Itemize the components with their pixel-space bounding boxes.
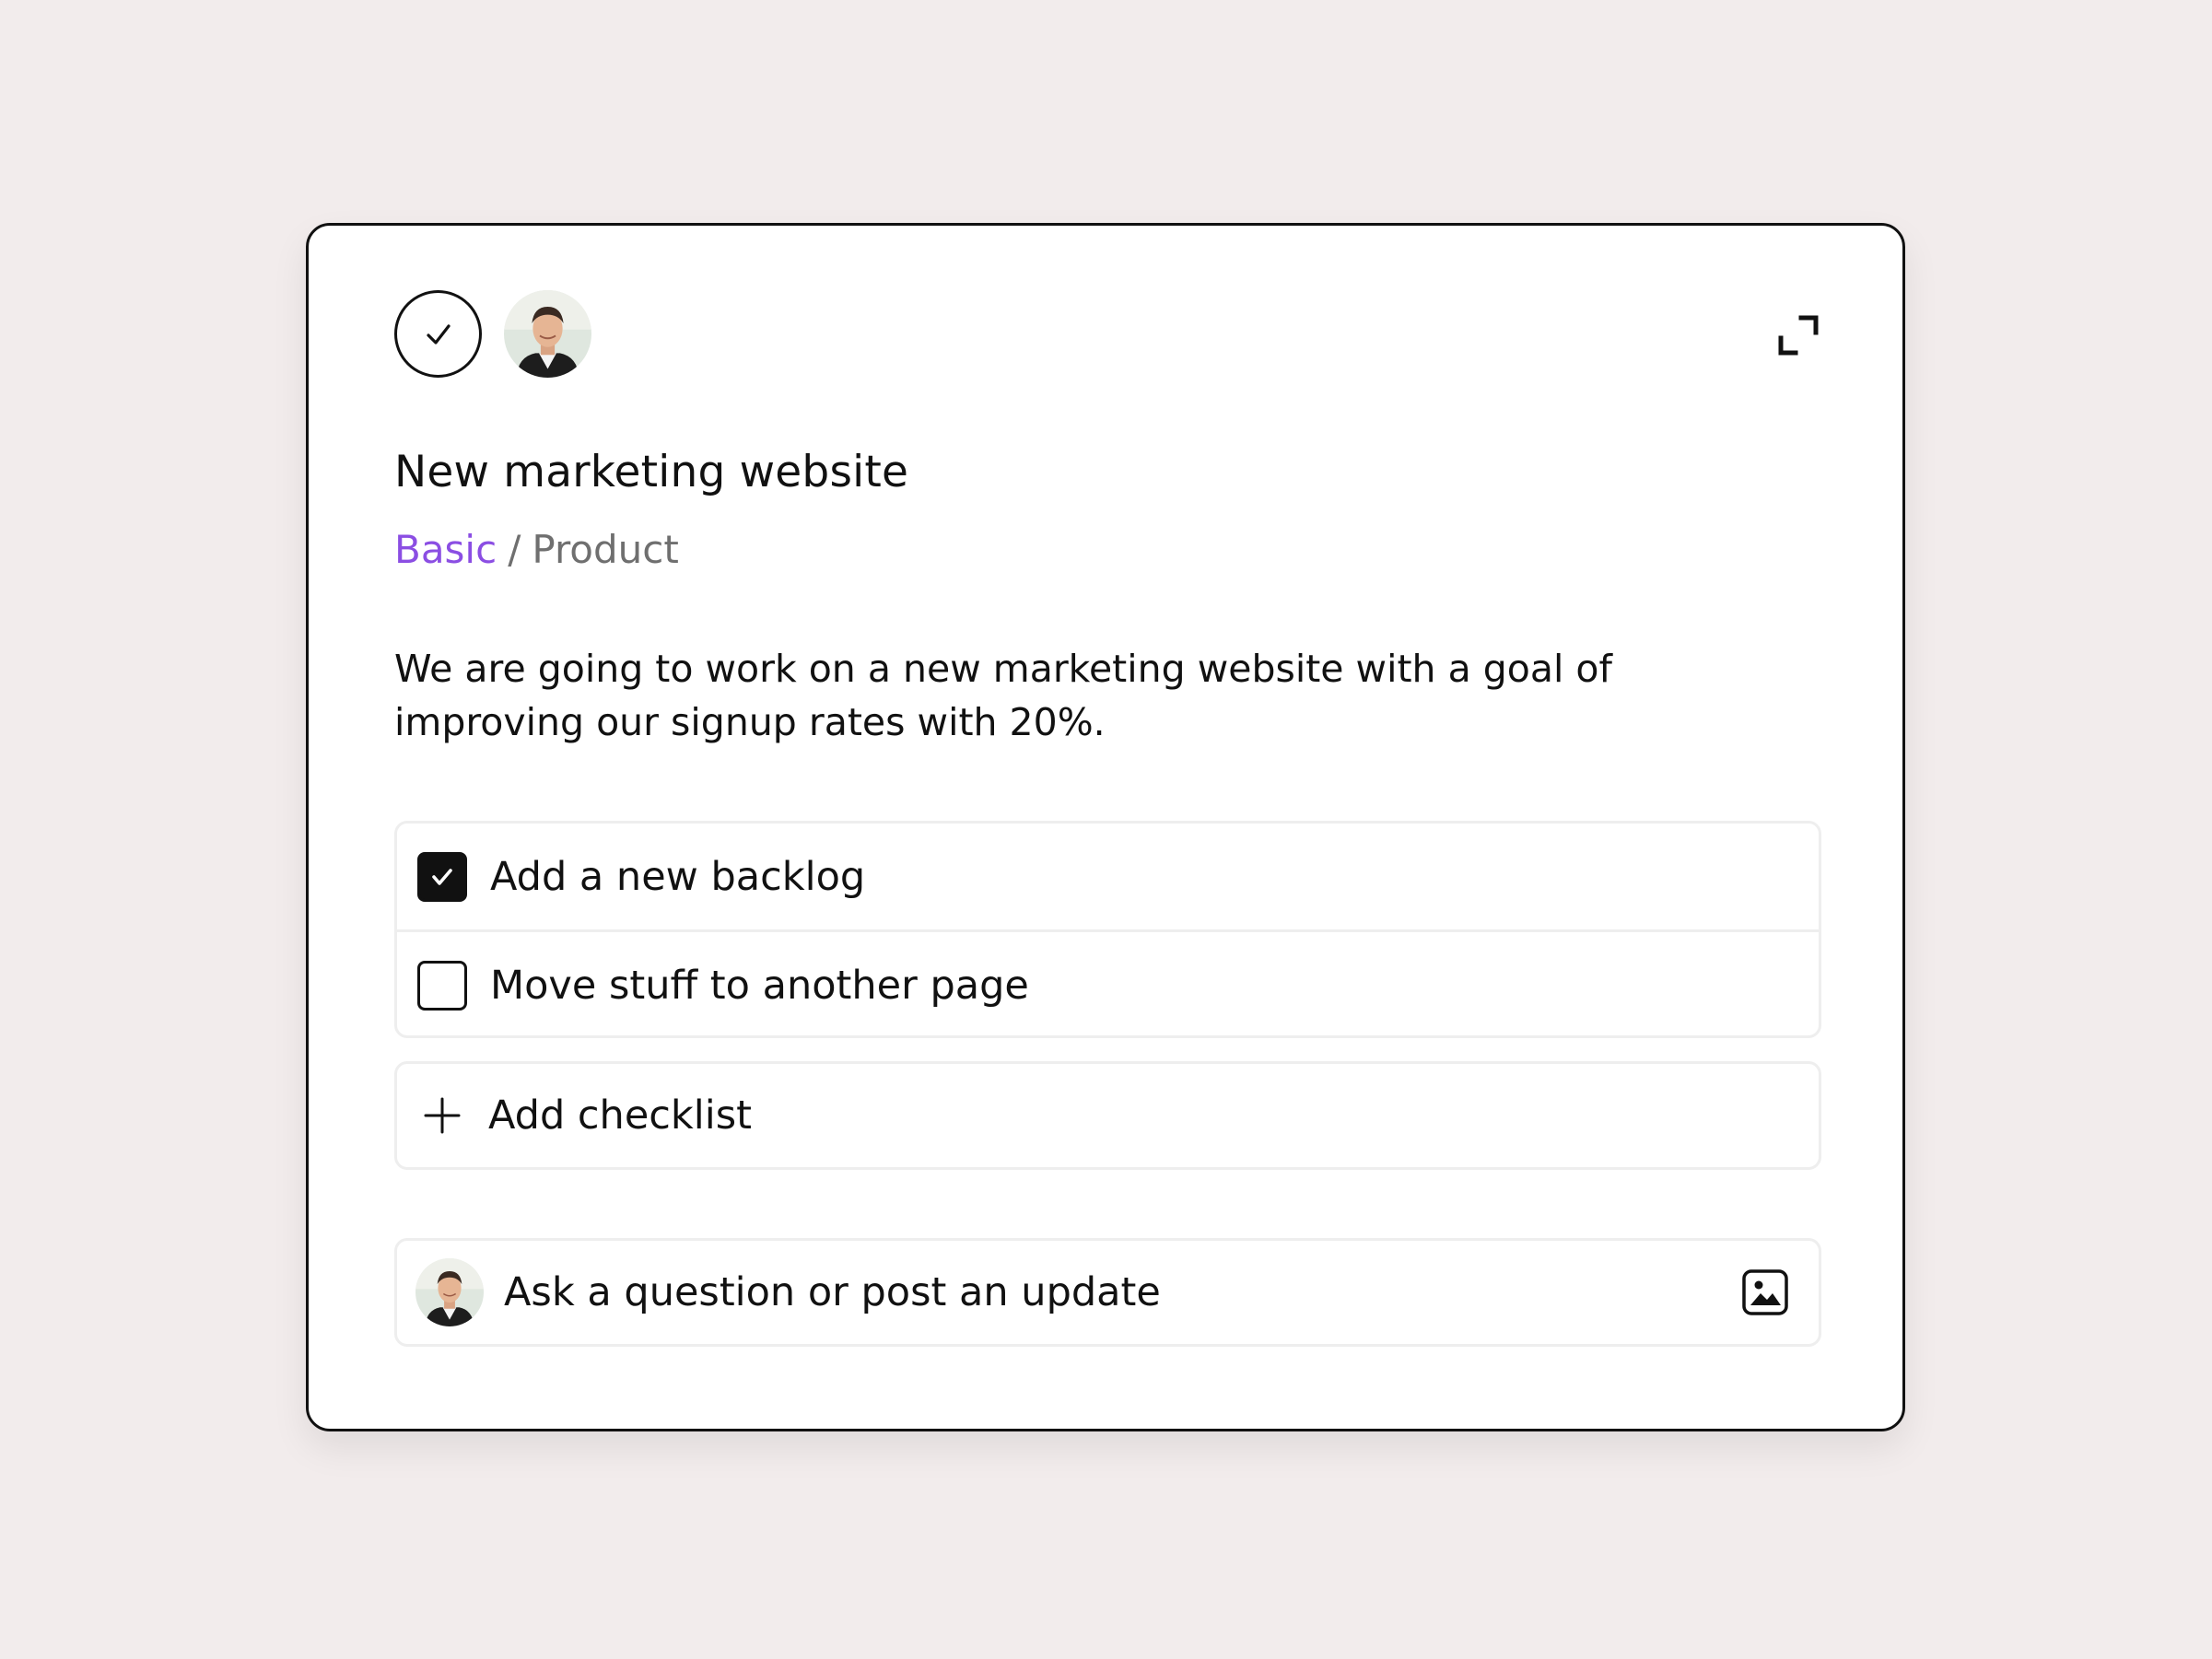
assignee-avatar[interactable] xyxy=(504,290,591,378)
checklist-checkbox-checked[interactable] xyxy=(417,851,467,902)
checkmark-icon xyxy=(432,868,452,885)
checklist-item[interactable]: Move stuff to another page xyxy=(397,932,1819,1038)
breadcrumb-section: Product xyxy=(532,527,679,572)
checklist: Add a new backlog Move stuff to another … xyxy=(394,821,1821,1038)
task-card: New marketing website Basic / Product We a… xyxy=(306,223,1905,1431)
checklist-item[interactable]: Add a new backlog xyxy=(397,824,1819,932)
comment-composer xyxy=(394,1238,1821,1347)
task-description: We are going to work on a new marketing … xyxy=(394,647,1612,744)
breadcrumb: Basic / Product xyxy=(394,527,679,572)
comment-input[interactable] xyxy=(504,1269,1741,1315)
expand-button[interactable] xyxy=(1777,314,1820,356)
task-title: New marketing website xyxy=(394,447,909,497)
add-checklist-label: Add checklist xyxy=(488,1092,752,1139)
add-checklist-button[interactable]: Add checklist xyxy=(394,1061,1821,1170)
attach-image-button[interactable] xyxy=(1741,1268,1789,1316)
plus-icon xyxy=(424,1097,461,1134)
expand-icon xyxy=(1778,315,1819,356)
checkmark-icon xyxy=(426,323,451,345)
breadcrumb-separator: / xyxy=(508,527,521,572)
image-icon xyxy=(1742,1269,1788,1315)
checklist-checkbox[interactable] xyxy=(417,960,467,1011)
mark-complete-button[interactable] xyxy=(394,290,482,378)
breadcrumb-project-link[interactable]: Basic xyxy=(394,527,497,572)
user-avatar xyxy=(415,1258,484,1326)
checklist-item-label: Move stuff to another page xyxy=(490,962,1029,1009)
checklist-item-label: Add a new backlog xyxy=(490,853,866,900)
